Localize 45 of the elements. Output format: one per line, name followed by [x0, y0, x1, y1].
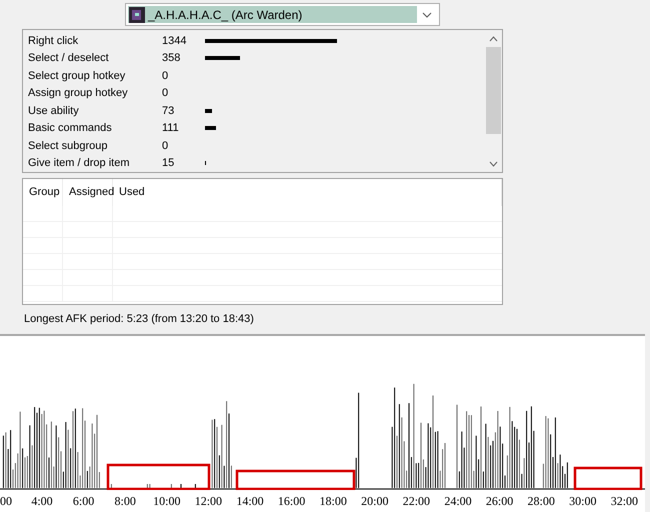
action-count: 73: [162, 104, 176, 118]
action-name: Select group hotkey: [27, 68, 126, 84]
time-label: 14:00: [235, 493, 265, 510]
action-name: Select subgroup: [27, 138, 108, 154]
time-label: 00: [0, 493, 12, 510]
action-count: 1344: [162, 34, 188, 48]
time-label: 8:00: [114, 493, 137, 510]
scroll-down-icon[interactable]: [489, 161, 498, 167]
action-count: 111: [162, 121, 180, 136]
action-name: Basic commands: [27, 121, 113, 136]
player-dropdown[interactable]: _A.H.A.H.A.C_ (Arc Warden): [125, 3, 440, 26]
time-label: 32:00: [610, 493, 640, 510]
action-name: Assign group hotkey: [27, 86, 129, 101]
time-label: 22:00: [402, 493, 432, 510]
count-bar: [205, 126, 216, 130]
action-name: Right click: [27, 34, 80, 48]
time-label: 24:00: [443, 493, 473, 510]
time-label: 12:00: [194, 493, 224, 510]
chevron-down-icon: [422, 12, 432, 18]
time-label: 26:00: [484, 493, 514, 510]
action-count: 0: [162, 68, 170, 84]
time-label: 4:00: [30, 493, 54, 510]
time-label: 6:00: [72, 493, 96, 510]
action-count: 358: [162, 51, 182, 66]
action-name: Select / deselect: [27, 51, 110, 66]
action-count: 15: [162, 156, 176, 171]
time-label: 10:00: [152, 493, 182, 510]
player-name: _A.H.A.H.A.C_ (Arc Warden): [148, 6, 302, 24]
column-header[interactable]: Group: [23, 179, 63, 206]
afk-summary: Longest AFK period: 5:23 (from 13:20 to 18:43): [24, 312, 254, 328]
action-count: 0: [162, 138, 170, 154]
time-label: 18:00: [318, 493, 348, 510]
time-label: 16:00: [276, 493, 306, 510]
count-bar: [205, 56, 240, 60]
time-label: 30:00: [568, 493, 598, 510]
time-label: 20:00: [360, 493, 390, 510]
column-header[interactable]: Used: [113, 179, 502, 206]
column-header[interactable]: Assigned: [63, 179, 113, 206]
action-count: 0: [162, 86, 170, 101]
scroll-up-icon[interactable]: [489, 36, 498, 42]
action-name: Use ability: [27, 104, 80, 118]
count-bar: [205, 108, 212, 113]
action-name: Give item / drop item: [27, 156, 130, 171]
time-label: 28:00: [526, 493, 556, 510]
portrait-icon: [129, 6, 145, 22]
